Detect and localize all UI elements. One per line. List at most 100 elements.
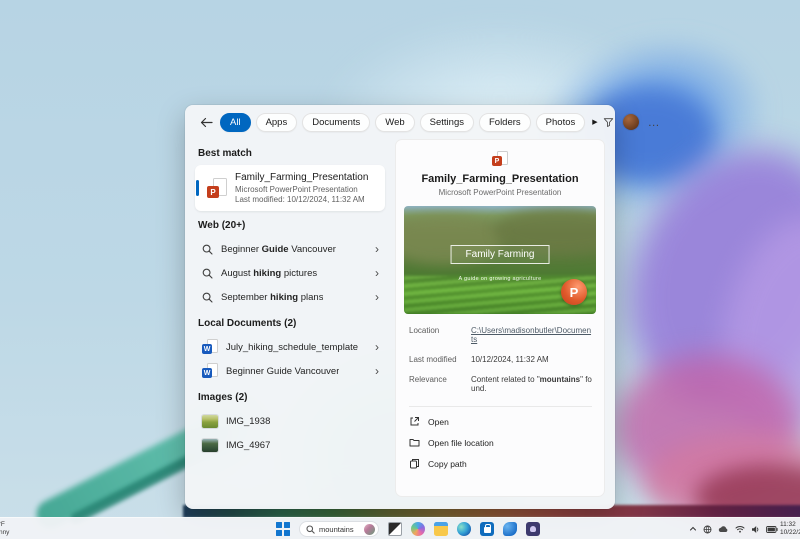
web-suggestion-row[interactable]: August hiking pictures › <box>195 261 385 285</box>
image-thumbnail <box>202 439 218 452</box>
selection-indicator <box>196 180 199 196</box>
clock-time: 11:32 <box>780 521 800 529</box>
edge-browser-icon[interactable] <box>457 522 471 536</box>
tab-all[interactable]: All <box>220 113 251 132</box>
preview-title: Family_Farming_Presentation <box>404 173 596 185</box>
document-row[interactable]: W July_hiking_schedule_template › <box>195 335 385 359</box>
open-icon <box>409 416 420 427</box>
image-row[interactable]: IMG_1938 <box>195 409 385 433</box>
suggestion-label: August hiking pictures <box>221 268 317 279</box>
copy-path-button[interactable]: Copy path <box>404 453 596 474</box>
globe-icon[interactable] <box>703 525 712 534</box>
file-type: Microsoft PowerPoint Presentation <box>235 185 368 194</box>
suggestion-label: Beginner Guide Vancouver <box>221 244 336 255</box>
web-suggestion-row[interactable]: September hiking plans › <box>195 285 385 309</box>
microsoft-365-icon[interactable] <box>503 522 517 536</box>
topbar-right-group: … <box>603 114 661 130</box>
metadata-row-relevance: Relevance Content related to "mountains"… <box>409 375 592 393</box>
search-highlights-thumbnail[interactable] <box>364 524 375 535</box>
image-thumbnail <box>202 415 218 428</box>
chevron-right-icon[interactable]: › <box>375 268 379 278</box>
web-suggestion-row[interactable]: Beginner Guide Vancouver › <box>195 237 385 261</box>
wifi-icon[interactable] <box>735 525 745 533</box>
volume-icon[interactable] <box>751 525 760 534</box>
search-filter-bar: All Apps Documents Web Settings Folders … <box>185 105 615 139</box>
metadata-label: Location <box>409 326 471 344</box>
start-button[interactable] <box>276 522 290 536</box>
image-row[interactable]: IMG_4967 <box>195 433 385 457</box>
file-modified: Last modified: 10/12/2024, 11:32 AM <box>235 195 368 204</box>
image-label: IMG_4967 <box>226 440 270 451</box>
web-section-header: Web (20+) <box>198 220 385 231</box>
preview-subtitle: Microsoft PowerPoint Presentation <box>404 188 596 197</box>
slide-preview-image: Family Farming A guide on growing agricu… <box>404 206 596 314</box>
back-button[interactable] <box>197 113 215 131</box>
weather-temp: 48°F <box>0 521 9 529</box>
folder-icon <box>409 437 420 448</box>
powerpoint-logo-badge: P <box>561 279 587 305</box>
best-match-header: Best match <box>198 148 385 159</box>
desktop: All Apps Documents Web Settings Folders … <box>0 0 800 539</box>
user-avatar[interactable] <box>623 114 639 130</box>
weather-widget[interactable]: 48°F Sunny <box>0 521 9 537</box>
taskbar-center: mountains <box>276 518 540 539</box>
taskbar: 48°F Sunny mountains <box>0 517 800 539</box>
best-match-text: Family_Farming_Presentation Microsoft Po… <box>235 172 368 204</box>
word-file-icon: W <box>202 363 218 379</box>
action-label: Open <box>428 417 449 427</box>
search-icon <box>202 292 213 303</box>
taskbar-clock[interactable]: 11:32 10/22/2024 <box>780 521 800 537</box>
open-button[interactable]: Open <box>404 411 596 432</box>
onedrive-cloud-icon[interactable] <box>718 525 729 533</box>
slide-title: Family Farming <box>451 245 550 264</box>
task-view-button[interactable] <box>388 522 402 536</box>
divider <box>409 406 592 407</box>
suggestion-label: September hiking plans <box>221 292 323 303</box>
tab-folders[interactable]: Folders <box>479 113 531 132</box>
word-file-icon: W <box>202 339 218 355</box>
copilot-icon[interactable] <box>411 522 425 536</box>
tab-photos[interactable]: Photos <box>536 113 586 132</box>
tab-documents[interactable]: Documents <box>302 113 370 132</box>
powerpoint-file-icon: P <box>492 151 508 167</box>
taskbar-search-input[interactable]: mountains <box>319 525 360 534</box>
battery-icon[interactable] <box>766 526 778 533</box>
images-section-header: Images (2) <box>198 392 385 403</box>
taskbar-search-box[interactable]: mountains <box>299 521 379 537</box>
chevron-right-icon[interactable]: › <box>375 342 379 352</box>
image-label: IMG_1938 <box>226 416 270 427</box>
preview-pane: P Family_Farming_Presentation Microsoft … <box>395 139 605 497</box>
search-icon <box>306 525 315 534</box>
search-results-body: Best match P Family_Farming_Presentation… <box>185 139 615 505</box>
chevron-right-icon[interactable]: › <box>375 244 379 254</box>
metadata-row-location: Location C:\Users\madisonbutler\Document… <box>409 326 592 344</box>
file-explorer-icon[interactable] <box>434 522 448 536</box>
chevron-right-icon[interactable]: › <box>375 292 379 302</box>
clock-date: 10/22/2024 <box>780 529 800 537</box>
metadata-value: 10/12/2024, 11:32 AM <box>471 355 592 364</box>
file-metadata: Location C:\Users\madisonbutler\Document… <box>409 326 592 404</box>
powerpoint-file-icon: P <box>207 178 227 198</box>
location-link[interactable]: C:\Users\madisonbutler\Documents <box>471 326 591 344</box>
microsoft-store-icon[interactable] <box>480 522 494 536</box>
filter-icon[interactable] <box>603 117 614 128</box>
more-tabs-button[interactable]: ▶ <box>592 118 597 126</box>
search-icon <box>202 244 213 255</box>
open-file-location-button[interactable]: Open file location <box>404 432 596 453</box>
search-icon <box>202 268 213 279</box>
file-title: Family_Farming_Presentation <box>235 172 368 183</box>
action-label: Copy path <box>428 459 467 469</box>
results-list: Best match P Family_Farming_Presentation… <box>195 139 385 497</box>
best-match-item[interactable]: P Family_Farming_Presentation Microsoft … <box>195 165 385 211</box>
preview-header: P Family_Farming_Presentation Microsoft … <box>404 151 596 197</box>
tab-apps[interactable]: Apps <box>256 113 298 132</box>
local-documents-header: Local Documents (2) <box>198 318 385 329</box>
windows-search-panel: All Apps Documents Web Settings Folders … <box>185 105 615 509</box>
teams-icon[interactable] <box>526 522 540 536</box>
more-options-button[interactable]: … <box>648 117 661 127</box>
tab-web[interactable]: Web <box>375 113 414 132</box>
chevron-right-icon[interactable]: › <box>375 366 379 376</box>
document-row[interactable]: W Beginner Guide Vancouver › <box>195 359 385 383</box>
chevron-up-icon[interactable] <box>689 525 697 533</box>
tab-settings[interactable]: Settings <box>420 113 474 132</box>
